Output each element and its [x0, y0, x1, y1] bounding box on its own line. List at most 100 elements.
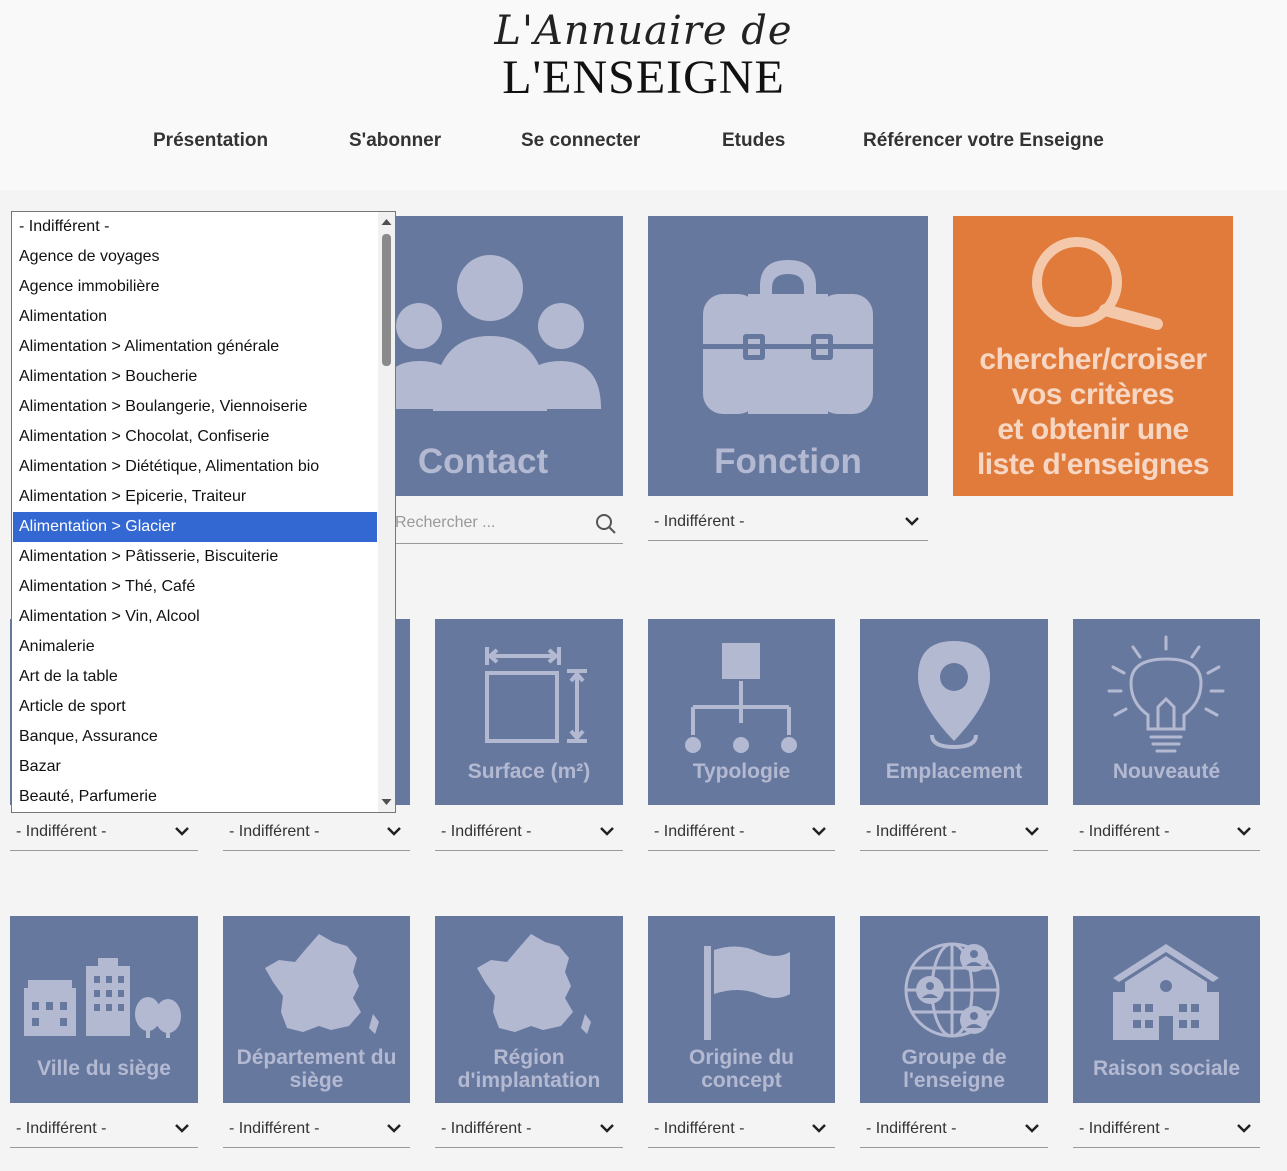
- chevron-down-icon: [387, 1124, 401, 1133]
- logo-script-text[interactable]: L'Annuaire de: [0, 8, 1287, 54]
- cta-line: liste d'enseignes: [976, 448, 1210, 481]
- departement-select[interactable]: - Indifférent -: [223, 1110, 410, 1148]
- fonction-label: Fonction: [714, 442, 862, 481]
- emplacement-tile[interactable]: Emplacement: [860, 619, 1048, 805]
- dropdown-option[interactable]: Animalerie: [13, 632, 377, 662]
- nav-presentation[interactable]: Présentation: [153, 130, 268, 152]
- groupe-select[interactable]: - Indifférent -: [860, 1110, 1048, 1148]
- region-label: Région d'implantation: [457, 1046, 601, 1092]
- search-placeholder: Rechercher ...: [395, 514, 496, 531]
- select-value: - Indifférent -: [229, 823, 320, 840]
- ville-tile[interactable]: Ville du siège: [10, 916, 198, 1103]
- emplacement-select[interactable]: - Indifférent -: [860, 813, 1048, 851]
- magnifier-icon: [1032, 237, 1163, 330]
- dropdown-option[interactable]: Alimentation > Glacier: [13, 512, 377, 542]
- dropdown-option[interactable]: Alimentation > Boulangerie, Viennoiserie: [13, 392, 377, 422]
- dropdown-option[interactable]: Alimentation > Epicerie, Traiteur: [13, 482, 377, 512]
- typologie-select[interactable]: - Indifférent -: [648, 813, 835, 851]
- ville-label: Ville du siège: [37, 1057, 171, 1080]
- chevron-down-icon: [1025, 827, 1039, 836]
- search-icon[interactable]: [595, 513, 617, 535]
- chevron-down-icon: [175, 1124, 189, 1133]
- select-value: - Indifférent -: [441, 823, 532, 840]
- dropdown-option[interactable]: Alimentation > Chocolat, Confiserie: [13, 422, 377, 452]
- dropdown-option[interactable]: Agence immobilière: [13, 272, 377, 302]
- select-value: - Indifférent -: [16, 1120, 107, 1137]
- typologie-tile[interactable]: Typologie: [648, 619, 835, 805]
- nav-studies[interactable]: Etudes: [722, 130, 785, 152]
- fonction-tile[interactable]: Fonction: [648, 216, 928, 496]
- chevron-down-icon: [175, 827, 189, 836]
- origine-label: Origine du concept: [689, 1046, 794, 1092]
- chevron-down-icon: [1237, 1124, 1251, 1133]
- emplacement-label: Emplacement: [885, 760, 1023, 783]
- logo-main-text[interactable]: L'ENSEIGNE: [0, 50, 1287, 105]
- departement-tile[interactable]: Département du siège: [223, 916, 410, 1103]
- select-value: - Indifférent -: [1079, 823, 1170, 840]
- select-value: - Indifférent -: [866, 1120, 957, 1137]
- dropdown-option[interactable]: Alimentation > Diététique, Alimentation …: [13, 452, 377, 482]
- dropdown-option[interactable]: Art de la table: [13, 662, 377, 692]
- select-value: - Indifférent -: [441, 1120, 532, 1137]
- nav-subscribe[interactable]: S'abonner: [349, 130, 441, 152]
- scroll-up-arrow-icon[interactable]: [381, 218, 392, 226]
- chevron-down-icon: [1025, 1124, 1039, 1133]
- chevron-down-icon: [812, 827, 826, 836]
- chevron-down-icon: [812, 1124, 826, 1133]
- dropdown-option[interactable]: Agence de voyages: [13, 242, 377, 272]
- search-cta-text: chercher/croiser vos critères et obtenir…: [953, 342, 1233, 482]
- chevron-down-icon: [600, 1124, 614, 1133]
- fonction-select[interactable]: - Indifférent -: [648, 503, 928, 541]
- category-dropdown-list[interactable]: Beauté, Parfumerie Bazar Banque, Assurance…: [11, 211, 396, 813]
- select-value: - Indifférent -: [866, 823, 957, 840]
- nouveaute-select[interactable]: - Indifférent -: [1073, 813, 1260, 851]
- scrollbar[interactable]: [378, 212, 395, 812]
- raison-sociale-select[interactable]: - Indifférent -: [1073, 1110, 1260, 1148]
- cta-line: chercher/croiser: [979, 343, 1207, 376]
- departement-label: Département du siège: [236, 1046, 397, 1092]
- origine-select[interactable]: - Indifférent -: [648, 1110, 835, 1148]
- select-value: - Indifférent -: [654, 1120, 745, 1137]
- groupe-tile[interactable]: Groupe de l'enseigne: [860, 916, 1048, 1103]
- raison-sociale-label: Raison sociale: [1092, 1057, 1241, 1080]
- ville-select[interactable]: - Indifférent -: [10, 1110, 198, 1148]
- raison-sociale-tile[interactable]: Raison sociale: [1073, 916, 1260, 1103]
- dropdown-option[interactable]: Bazar: [13, 752, 377, 782]
- fonction-select-value: - Indifférent -: [654, 513, 745, 530]
- dropdown-option[interactable]: Beauté, Parfumerie: [13, 782, 377, 812]
- dropdown-option[interactable]: Alimentation > Boucherie: [13, 362, 377, 392]
- dropdown-option[interactable]: Banque, Assurance: [13, 722, 377, 752]
- criteria-select[interactable]: - Indifférent -: [10, 813, 198, 851]
- search-cta-tile[interactable]: chercher/croiser vos critères et obtenir…: [953, 216, 1233, 496]
- select-value: - Indifférent -: [1079, 1120, 1170, 1137]
- region-tile[interactable]: Région d'implantation: [435, 916, 623, 1103]
- chevron-down-icon: [905, 517, 919, 526]
- dropdown-option[interactable]: Alimentation > Alimentation générale: [13, 332, 377, 362]
- nouveaute-label: Nouveauté: [1112, 760, 1221, 783]
- groupe-label: Groupe de l'enseigne: [901, 1046, 1007, 1092]
- nav-login[interactable]: Se connecter: [521, 130, 640, 152]
- dropdown-option[interactable]: Alimentation: [13, 302, 377, 332]
- nouveaute-tile[interactable]: Nouveauté: [1073, 619, 1260, 805]
- dropdown-option[interactable]: Alimentation > Pâtisserie, Biscuiterie: [13, 542, 377, 572]
- contact-search-input[interactable]: Rechercher ...: [380, 503, 623, 544]
- dropdown-option[interactable]: Alimentation > Vin, Alcool: [13, 602, 377, 632]
- chevron-down-icon: [1237, 827, 1251, 836]
- scrollbar-thumb[interactable]: [382, 234, 391, 366]
- criteria-select[interactable]: - Indifférent -: [223, 813, 410, 851]
- nav-register-brand[interactable]: Référencer votre Enseigne: [863, 130, 1104, 152]
- surface-label: Surface (m²): [467, 760, 591, 783]
- select-value: - Indifférent -: [16, 823, 107, 840]
- region-select[interactable]: - Indifférent -: [435, 1110, 623, 1148]
- dropdown-option[interactable]: Alimentation > Thé, Café: [13, 572, 377, 602]
- dropdown-option[interactable]: Article de sport: [13, 692, 377, 722]
- select-value: - Indifférent -: [654, 823, 745, 840]
- surface-tile[interactable]: Surface (m²): [435, 619, 623, 805]
- site-header: L'Annuaire de L'ENSEIGNE Présentation S'…: [0, 0, 1287, 190]
- origine-tile[interactable]: Origine du concept: [648, 916, 835, 1103]
- scroll-down-arrow-icon[interactable]: [381, 798, 392, 806]
- dropdown-option[interactable]: - Indifférent -: [13, 212, 377, 242]
- cta-line: et obtenir une: [997, 413, 1189, 446]
- main-nav: Présentation S'abonner Se connecter Etud…: [0, 130, 1287, 158]
- surface-select[interactable]: - Indifférent -: [435, 813, 623, 851]
